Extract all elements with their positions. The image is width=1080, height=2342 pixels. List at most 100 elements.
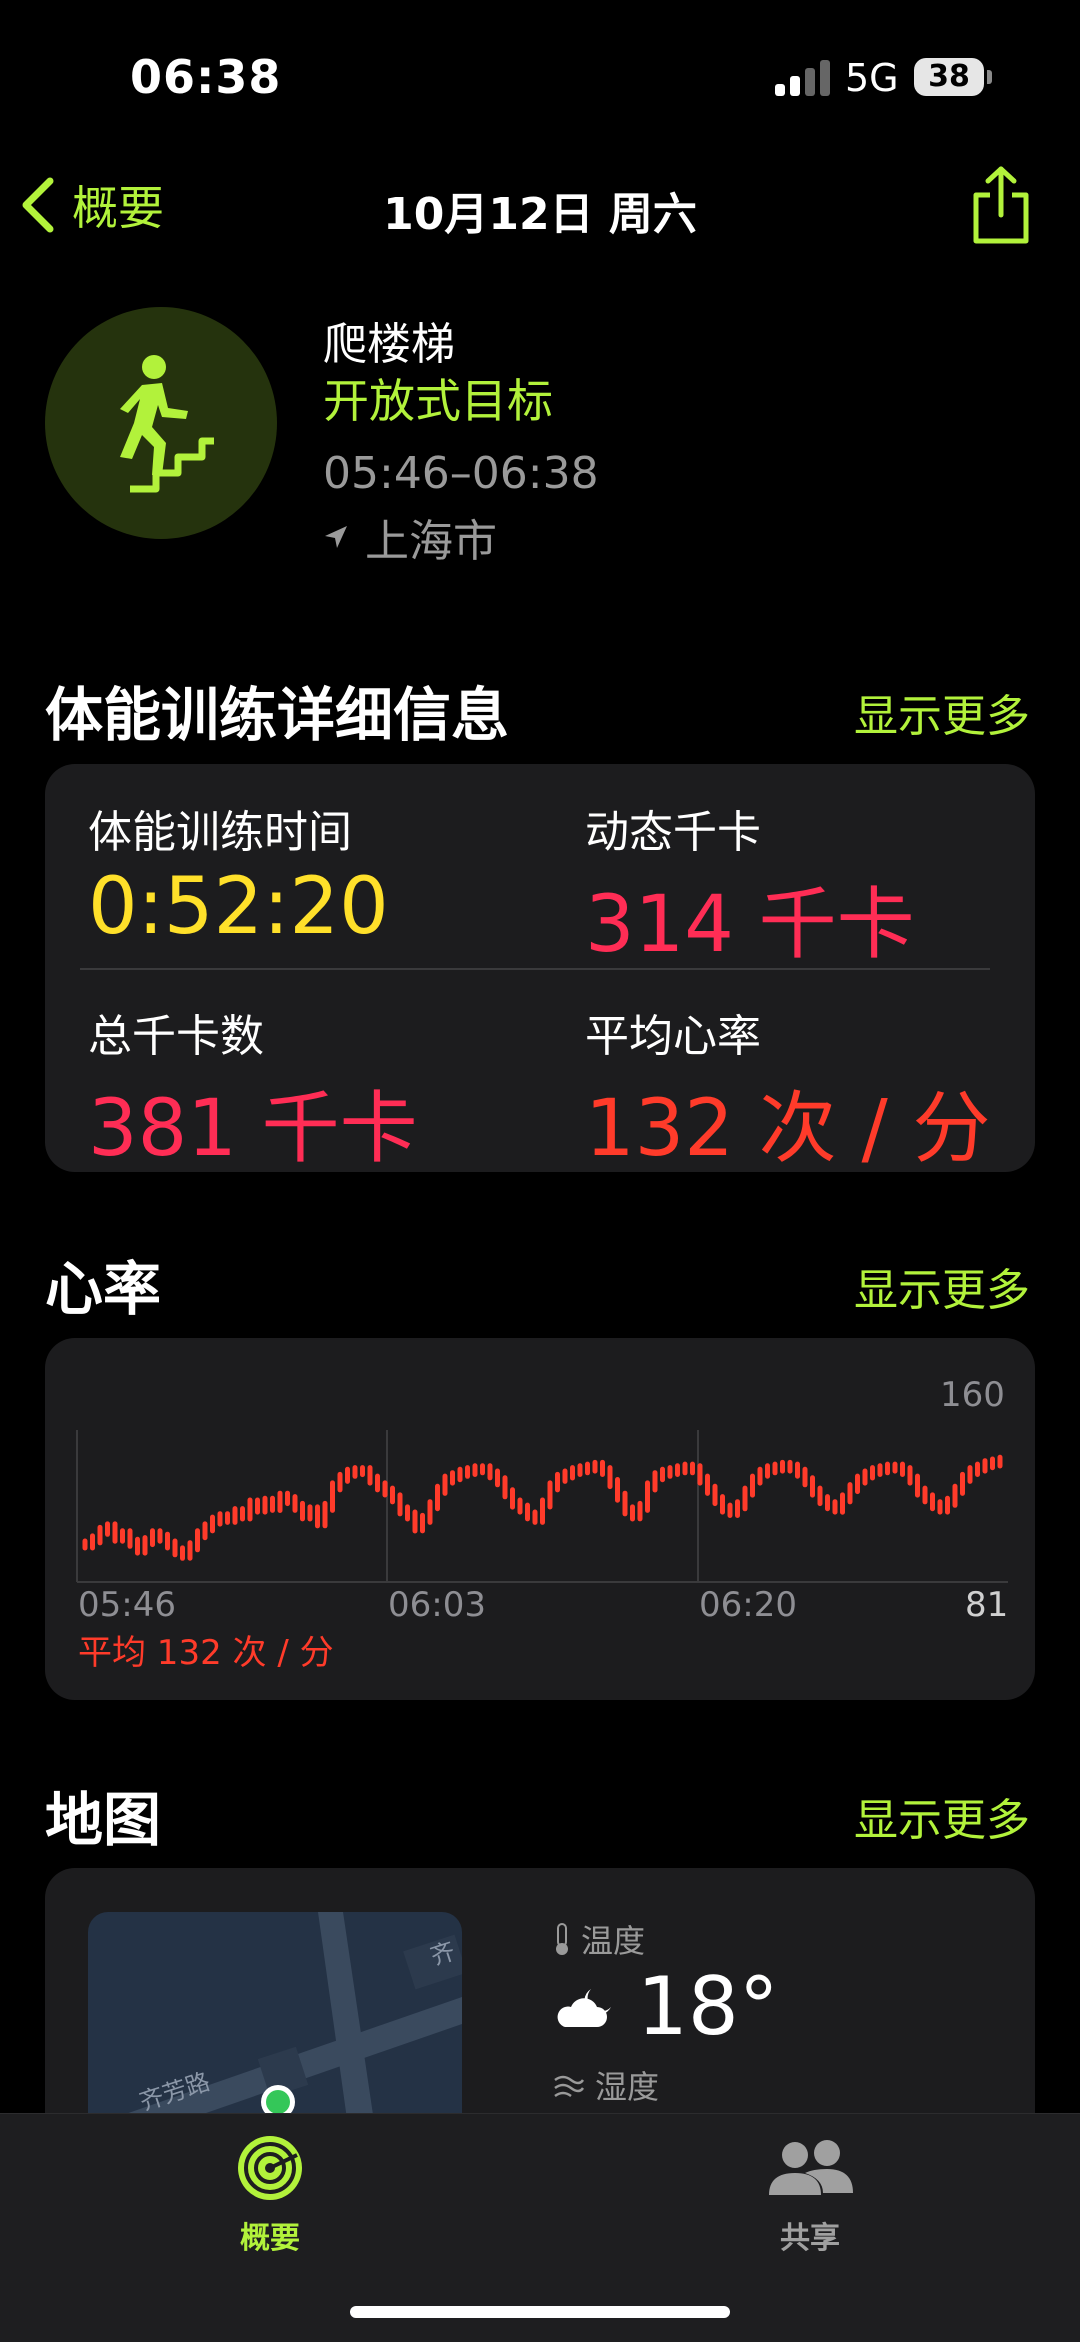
heart-rate-bar — [945, 1495, 950, 1515]
heart-rate-bar — [195, 1528, 200, 1553]
heart-rate-bar — [697, 1463, 703, 1486]
heart-rate-bar — [922, 1485, 928, 1505]
heart-rate-bar — [990, 1456, 995, 1471]
heart-rate-bar — [90, 1533, 95, 1551]
heart-rate-bar — [82, 1538, 88, 1551]
heart-rate-bar — [900, 1461, 905, 1477]
humidity-label-row: 湿度 — [553, 2062, 659, 2108]
tab-sharing[interactable]: 共享 — [710, 2133, 910, 2257]
heart-rate-bar — [795, 1461, 800, 1479]
heart-rate-bar — [487, 1463, 493, 1481]
heart-rate-bar — [780, 1459, 785, 1474]
heart-rate-bar — [622, 1490, 628, 1517]
people-icon — [769, 2140, 853, 2195]
heart-rate-bar — [937, 1499, 943, 1515]
heart-rate-bar — [832, 1499, 838, 1515]
heart-rate-bar — [292, 1494, 298, 1513]
activity-rings-icon — [238, 2136, 302, 2200]
heart-rate-bar — [967, 1465, 973, 1484]
heart-rate-bar — [952, 1483, 958, 1508]
temperature-label-row: 温度 — [553, 1916, 645, 1962]
heart-rate-bar — [172, 1538, 178, 1558]
chart-x-label: 06:03 — [388, 1585, 486, 1625]
heart-rate-bar — [240, 1506, 245, 1522]
temperature-value: 18° — [637, 1960, 779, 2053]
heart-rate-bar — [382, 1480, 388, 1498]
heart-rate-bar — [720, 1494, 725, 1515]
heart-rate-bar — [652, 1470, 658, 1493]
tab-label: 共享 — [780, 2221, 840, 2256]
heart-rate-bar — [457, 1466, 463, 1483]
heart-rate-bar — [817, 1485, 823, 1507]
heart-rate-bar — [840, 1492, 845, 1515]
heart-rate-bar — [442, 1473, 448, 1496]
heart-rate-bar — [322, 1500, 328, 1529]
chart-x-label: 05:46 — [78, 1585, 176, 1625]
heart-rate-bar — [210, 1514, 215, 1534]
heart-rate-bar — [420, 1512, 425, 1534]
heart-rate-bar — [547, 1480, 553, 1510]
heart-rate-bar — [150, 1528, 155, 1548]
thermometer-icon — [556, 1923, 568, 1955]
heart-rate-bar — [435, 1483, 440, 1512]
heart-rate-bar — [97, 1524, 103, 1546]
temperature-value-row: 18° — [553, 1960, 779, 2053]
heart-rate-bar — [810, 1475, 815, 1498]
heart-rate-bar — [135, 1536, 140, 1556]
heart-rate-bar — [555, 1471, 560, 1493]
heart-rate-bar — [300, 1500, 305, 1522]
heart-rate-bar — [232, 1506, 238, 1525]
heart-rate-bar — [112, 1521, 118, 1544]
heart-rate-bar — [997, 1454, 1003, 1469]
cloud-moon-icon — [557, 1988, 611, 2027]
heart-rate-bar — [772, 1461, 778, 1476]
heart-rate-bar — [120, 1528, 125, 1544]
heart-rate-bar — [915, 1473, 920, 1498]
heart-rate-bar — [270, 1495, 275, 1513]
heart-rate-bar — [180, 1545, 185, 1561]
heart-rate-bar — [600, 1459, 605, 1477]
heart-rate-bar — [472, 1463, 478, 1477]
heart-rate-bar — [517, 1497, 523, 1515]
heart-rate-bar — [277, 1490, 283, 1513]
tab-label: 概要 — [240, 2221, 300, 2256]
heart-rate-bar — [855, 1473, 860, 1495]
heart-rate-bar — [615, 1477, 620, 1503]
heart-rate-bar — [592, 1459, 598, 1474]
heart-rate-bar — [345, 1466, 350, 1484]
heart-rate-bar — [202, 1521, 208, 1541]
heart-rate-bar — [412, 1509, 418, 1534]
heart-rate-bar — [870, 1465, 875, 1481]
heart-rate-bar — [390, 1485, 395, 1505]
heart-rate-bar — [712, 1483, 718, 1507]
map-section-title: 地图 — [45, 1786, 162, 1854]
heart-rate-bar — [975, 1461, 980, 1477]
heart-rate-bar — [465, 1465, 470, 1479]
heart-rate-bar — [742, 1485, 748, 1512]
heart-rate-bar — [907, 1465, 913, 1486]
heart-rate-bar — [637, 1500, 643, 1522]
chart-min-label: 81 — [965, 1585, 1009, 1625]
heart-rate-bar — [570, 1465, 575, 1481]
map-show-more-button[interactable]: 显示更多 — [854, 1784, 1030, 1848]
heart-rate-bar — [690, 1461, 695, 1476]
temperature-label: 温度 — [581, 1922, 646, 1960]
heart-rate-bar — [847, 1482, 853, 1505]
heart-rate-bar — [105, 1521, 110, 1537]
heart-rate-bar — [315, 1504, 320, 1529]
humidity-icon — [554, 2075, 585, 2098]
heart-rate-bar — [750, 1473, 755, 1498]
heart-rate-bar — [562, 1468, 568, 1484]
heart-rate-bar — [585, 1461, 590, 1476]
heart-rate-bar — [187, 1540, 193, 1561]
tab-summary[interactable]: 概要 — [170, 2133, 370, 2257]
heart-rate-bar — [247, 1497, 253, 1522]
heart-rate-bar — [352, 1465, 358, 1479]
heart-rate-bar — [330, 1480, 335, 1513]
heart-rate-bar — [510, 1487, 515, 1510]
heart-rate-bar — [225, 1511, 230, 1525]
heart-rate-average: 平均 132 次 / 分 — [78, 1633, 334, 1673]
heart-rate-bar — [607, 1465, 613, 1490]
home-indicator[interactable] — [350, 2306, 730, 2318]
heart-rate-bar — [705, 1473, 710, 1496]
